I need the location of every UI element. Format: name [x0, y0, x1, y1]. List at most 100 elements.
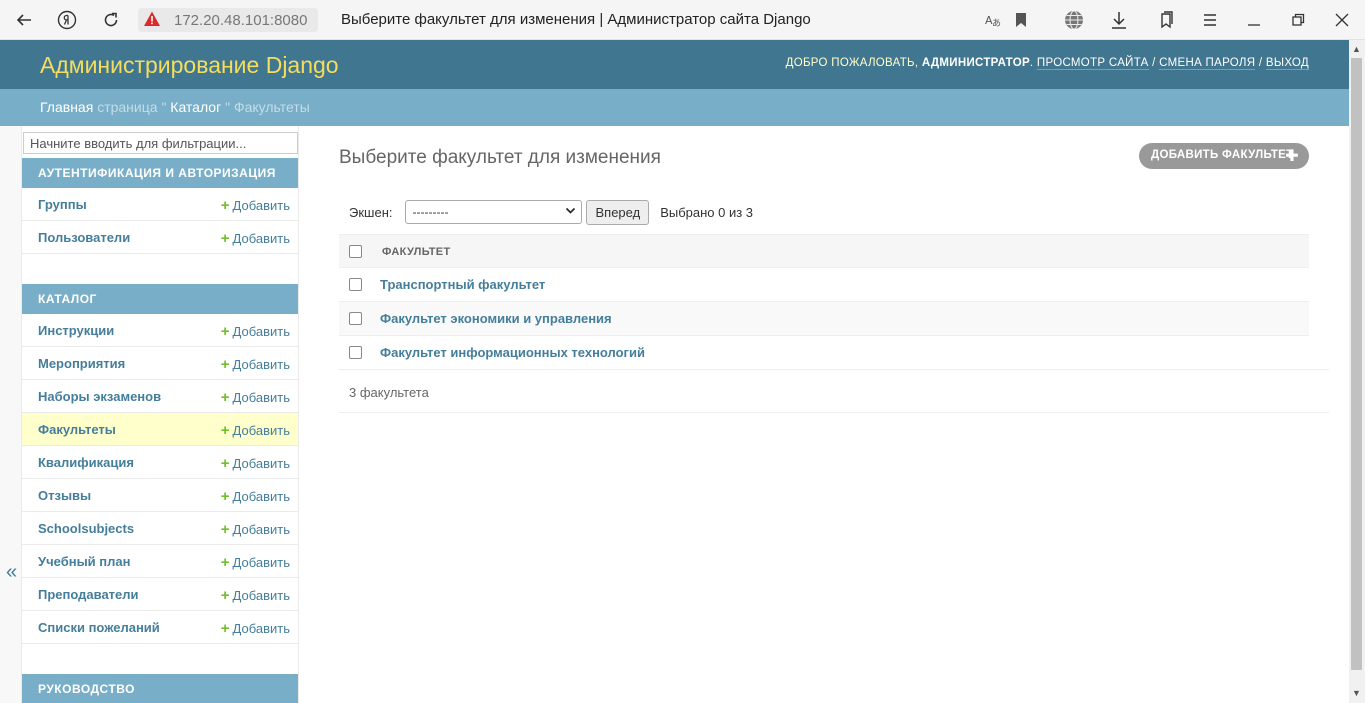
sidebar-item-label[interactable]: Списки пожеланий — [38, 620, 160, 635]
go-button[interactable]: Вперед — [586, 199, 650, 225]
add-link[interactable]: + Добавить — [221, 197, 290, 214]
sidebar-item-label[interactable]: Квалификация — [38, 455, 134, 470]
sidebar-item-label[interactable]: Инструкции — [38, 323, 114, 338]
download-icon[interactable] — [1109, 10, 1129, 30]
row-link[interactable]: Транспортный факультет — [380, 277, 545, 292]
add-link[interactable]: + Добавить — [221, 230, 290, 247]
sidebar-item[interactable]: Отзывы + Добавить — [22, 479, 298, 512]
sidebar-item[interactable]: Наборы экзаменов + Добавить — [22, 380, 298, 413]
add-faculty-button[interactable]: ДОБАВИТЬ ФАКУЛЬТЕТ ✚ — [1139, 143, 1309, 169]
admin-header: Администрирование Django ДОБРО ПОЖАЛОВАТ… — [0, 40, 1349, 89]
bookmark-icon[interactable] — [1011, 10, 1031, 30]
plus-icon: + — [220, 488, 230, 505]
sidebar-item-users[interactable]: Пользователи + Добавить — [22, 221, 298, 254]
sidebar-toggle[interactable]: « — [0, 126, 22, 703]
column-header-faculty[interactable]: ФАКУЛЬТЕТ — [382, 246, 450, 258]
plus-icon: + — [220, 323, 230, 340]
add-link[interactable]: + Добавить — [221, 620, 290, 637]
sidebar-item[interactable]: Преподаватели + Добавить — [22, 578, 298, 611]
sidebar-item[interactable]: Учебный план + Добавить — [22, 545, 298, 578]
module-caption-auth[interactable]: АУТЕНТИФИКАЦИЯ И АВТОРИЗАЦИЯ — [22, 158, 298, 188]
username: АДМИНИСТРАТОР — [921, 57, 1030, 69]
nav-sidebar: АУТЕНТИФИКАЦИЯ И АВТОРИЗАЦИЯ Группы +Доб… — [22, 126, 299, 703]
sidebar-item-label[interactable]: Учебный план — [38, 554, 130, 569]
add-link[interactable]: + Добавить — [221, 455, 290, 472]
add-link[interactable]: + Добавить — [221, 554, 290, 571]
breadcrumb-app[interactable]: Каталог — [170, 99, 221, 115]
breadcrumb-home[interactable]: Главная — [40, 99, 93, 115]
breadcrumb-current: Факультеты — [233, 99, 310, 115]
nav-filter-input[interactable] — [23, 132, 298, 154]
sidebar-item[interactable]: Schoolsubjects + Добавить — [22, 512, 298, 545]
scrollbar[interactable]: ▲ ▼ — [1349, 40, 1365, 703]
sidebar-item[interactable]: Квалификация + Добавить — [22, 446, 298, 479]
change-password-link[interactable]: СМЕНА ПАРОЛЯ — [1159, 57, 1256, 70]
module-caption-catalog[interactable]: КАТАЛОГ — [22, 284, 298, 314]
logout-link[interactable]: ВЫХОД — [1265, 57, 1309, 70]
add-link[interactable]: + Добавить — [221, 587, 290, 604]
table-header: ФАКУЛЬТЕТ — [339, 234, 1309, 268]
reload-icon[interactable] — [101, 10, 121, 30]
plus-icon: + — [220, 554, 230, 571]
sidebar-item-label[interactable]: Пользователи — [38, 230, 130, 245]
scroll-down-icon[interactable]: ▼ — [1352, 688, 1361, 698]
page-title: Выберите факультет для изменения — [339, 147, 661, 168]
site-branding[interactable]: Администрирование Django — [40, 52, 339, 79]
translate-icon[interactable]: Aあ — [983, 10, 1003, 30]
yandex-icon[interactable] — [57, 10, 77, 30]
row-checkbox[interactable] — [349, 346, 362, 359]
sidebar-item-groups[interactable]: Группы + Добавить — [22, 188, 298, 221]
sidebar-item-label[interactable]: Факультеты — [38, 422, 116, 437]
sidebar-item-label[interactable]: Группы — [38, 197, 87, 212]
sidebar-item[interactable]: Мероприятия + Добавить — [22, 347, 298, 380]
sidebar-item-label[interactable]: Schoolsubjects — [38, 521, 134, 536]
sidebar-item-label[interactable]: Отзывы — [38, 488, 91, 503]
action-select[interactable]: --------- — [405, 200, 583, 224]
module-caption-management[interactable]: РУКОВОДСТВО — [22, 674, 298, 703]
menu-icon[interactable] — [1200, 10, 1220, 30]
scrollbar-thumb[interactable] — [1351, 58, 1362, 670]
globe-icon[interactable] — [1064, 10, 1084, 30]
add-link[interactable]: + Добавить — [221, 488, 290, 505]
close-icon[interactable] — [1332, 10, 1352, 30]
select-all-checkbox[interactable] — [349, 245, 362, 258]
plus-icon: + — [220, 389, 230, 406]
paginator: 3 факультета — [339, 369, 1329, 413]
scroll-up-icon[interactable]: ▲ — [1352, 44, 1361, 54]
row-link[interactable]: Факультет информационных технологий — [380, 345, 645, 360]
svg-text:あ: あ — [992, 18, 1001, 28]
row-checkbox[interactable] — [349, 278, 362, 291]
actions-bar: Экшен: --------- Вперед Выбрано 0 из 3 — [349, 199, 753, 225]
welcome-text: ДОБРО ПОЖАЛОВАТЬ, — [785, 57, 919, 69]
plus-icon: + — [220, 587, 230, 604]
breadcrumb: Главная страница " Каталог " Факультеты — [0, 89, 1349, 126]
sidebar-item-label[interactable]: Наборы экзаменов — [38, 389, 161, 404]
sidebar-item[interactable]: Факультеты + Добавить — [22, 413, 298, 446]
row-link[interactable]: Факультет экономики и управления — [380, 311, 612, 326]
sidebar-item-label[interactable]: Мероприятия — [38, 356, 125, 371]
sidebar-item-label[interactable]: Преподаватели — [38, 587, 139, 602]
tab-title: Выберите факультет для изменения | Админ… — [341, 11, 811, 28]
collapse-arrow-icon[interactable]: « — [6, 561, 17, 584]
plus-icon: + — [220, 230, 230, 247]
add-link[interactable]: + Добавить — [221, 323, 290, 340]
back-icon[interactable] — [14, 10, 34, 30]
action-label: Экшен: — [349, 204, 393, 220]
warning-icon[interactable] — [143, 10, 161, 28]
view-site-link[interactable]: ПРОСМОТР САЙТА — [1036, 57, 1149, 70]
browser-toolbar: 172.20.48.101:8080 Выберите факультет дл… — [0, 0, 1365, 40]
restore-icon[interactable] — [1288, 10, 1308, 30]
add-link[interactable]: + Добавить — [221, 521, 290, 538]
chevron-down-icon — [565, 205, 576, 219]
minimize-icon[interactable] — [1244, 10, 1264, 30]
row-checkbox[interactable] — [349, 312, 362, 325]
sidebar-item[interactable]: Списки пожеланий + Добавить — [22, 611, 298, 644]
url-text: 172.20.48.101:8080 — [174, 11, 308, 29]
collections-icon[interactable] — [1156, 10, 1176, 30]
sidebar-item[interactable]: Инструкции + Добавить — [22, 314, 298, 347]
add-link[interactable]: + Добавить — [221, 356, 290, 373]
add-link[interactable]: + Добавить — [221, 389, 290, 406]
selection-counter: Выбрано 0 из 3 — [660, 204, 754, 220]
add-link[interactable]: + Добавить — [221, 422, 290, 439]
address-bar[interactable]: 172.20.48.101:8080 — [138, 8, 318, 32]
